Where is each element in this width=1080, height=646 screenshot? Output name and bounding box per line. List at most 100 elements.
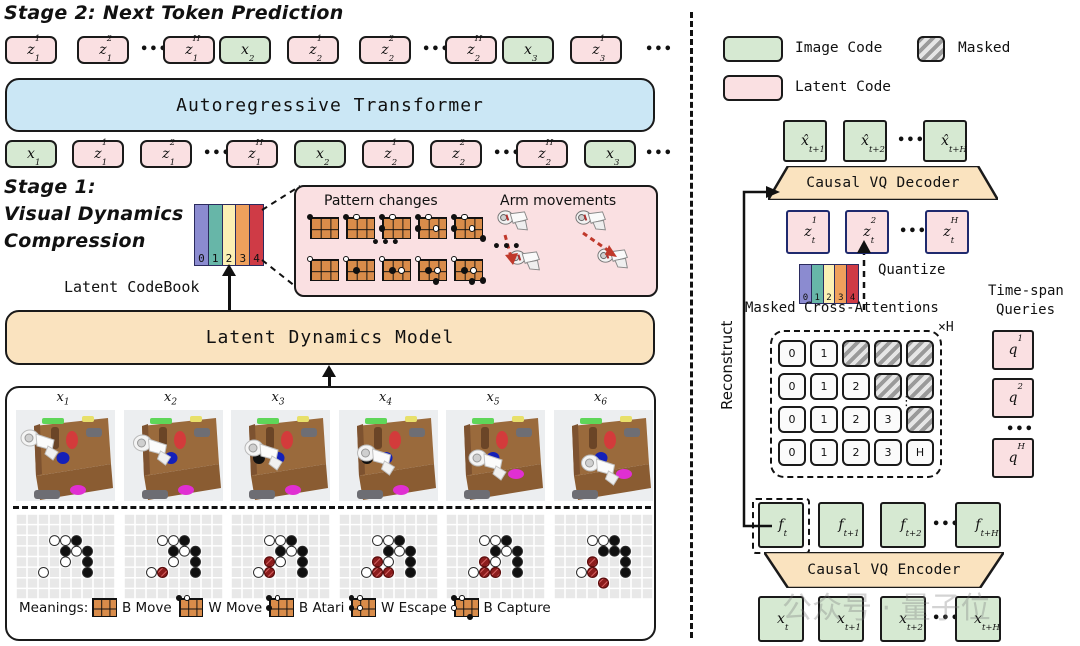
output-token-2: z21 <box>140 139 192 168</box>
go-stone <box>424 213 432 221</box>
codebook-entry-3: 3 <box>236 205 251 265</box>
go-stone <box>468 278 476 285</box>
legend-masked-label: Masked <box>958 40 1011 56</box>
latent-codebook-label: Latent CodeBook <box>64 278 200 296</box>
robot-frame-1 <box>16 410 115 501</box>
dynamics-callout: Pattern changes Arm movements ••• ••• <box>294 185 658 297</box>
go-stone <box>378 224 386 232</box>
attention-cell-1: 1 <box>810 439 838 466</box>
go-stone <box>459 595 466 601</box>
go-board-frame-3 <box>231 514 330 599</box>
reconstruct-label: Reconstruct <box>718 320 736 410</box>
attention-cell-masked <box>874 340 902 367</box>
timespan-queries-line2: Queries <box>996 302 1056 318</box>
legend-latent-code-swatch <box>723 75 783 101</box>
mini-go-board <box>450 595 479 620</box>
timespan-query-1: q1 <box>992 330 1034 370</box>
timespan-query-H: qH <box>992 438 1034 478</box>
go-stone <box>460 213 468 221</box>
meaning-label-5: B Capture <box>483 599 551 616</box>
input-token-9: x3 <box>502 36 554 64</box>
masked-cross-attention-grid: 0101201230123H ⋮ <box>770 330 942 478</box>
mini-go-board <box>266 595 294 617</box>
mini-go-board <box>414 255 448 285</box>
output-token-ellipsis: ••• <box>645 146 673 161</box>
output-token-10: x3 <box>584 140 636 168</box>
mini-go-board <box>378 255 412 282</box>
go-stone <box>352 213 360 221</box>
meaning-label-1: B Move <box>121 599 172 616</box>
legend-image-code-swatch <box>723 36 783 62</box>
go-stone <box>432 224 440 232</box>
input-token-ellipsis: ••• <box>645 42 673 57</box>
transformer-label: Autoregressive Transformer <box>176 94 484 116</box>
feature-token-3: f t+2 <box>880 502 926 548</box>
meanings-legend: Meanings: B Move W Move B Atari W Escape B Ca… <box>19 595 558 620</box>
output-token-9: zH2 <box>516 139 568 168</box>
attention-cell-1: 1 <box>810 340 838 367</box>
mini-go-board <box>450 213 487 242</box>
latent-codebook-swatch: 01234 <box>194 204 264 266</box>
grid-vertical-dots: ⋮ <box>900 394 913 409</box>
quantize-label: Quantize <box>878 262 946 278</box>
go-stone <box>479 276 487 284</box>
observation-frames-panel: x1 x2 x3 x4 x5 x6 Meanings: B Move W Move B Atar… <box>5 386 656 641</box>
robot-frame-6 <box>553 410 653 501</box>
attention-cell-1: 1 <box>810 406 838 433</box>
output-token-0: x1 <box>5 140 57 168</box>
go-stone <box>352 266 360 274</box>
input-token-3: zH1 <box>163 35 215 64</box>
go-stone <box>175 595 182 601</box>
output-token-5: x2 <box>294 140 346 168</box>
attention-cell-2: 2 <box>842 373 870 400</box>
codebook-arrow-head <box>222 264 236 276</box>
mini-go-board <box>414 213 448 240</box>
input-token-4: x2 <box>219 36 271 64</box>
go-board-frame-4 <box>338 514 438 599</box>
go-stone <box>266 595 273 601</box>
autoregressive-transformer-block: Autoregressive Transformer <box>5 78 655 132</box>
mini-go-board <box>175 595 204 617</box>
codebook-entry-2: 2 <box>823 265 836 303</box>
meaning-label-2: W Move <box>208 599 263 616</box>
frame-label-3: x3 <box>271 390 285 408</box>
attention-cell-2: 2 <box>842 439 870 466</box>
mini-go-board <box>306 255 340 282</box>
legend-masked-swatch <box>917 36 945 62</box>
go-stone <box>467 614 473 620</box>
frame-label-5: x5 <box>486 390 500 408</box>
timespan-query-2: q2 <box>992 378 1034 418</box>
go-stone <box>388 266 396 274</box>
feature-token-2: f t+1 <box>818 502 864 548</box>
go-stone <box>356 605 363 611</box>
go-stone <box>450 595 457 601</box>
attention-cell-masked <box>874 373 902 400</box>
meaning-item-5: B Capture <box>450 595 551 620</box>
attention-cell-2: 2 <box>842 406 870 433</box>
panel-divider <box>690 12 693 638</box>
meaning-item-2: W Move <box>175 595 263 617</box>
go-stone <box>348 595 355 601</box>
go-stone <box>388 213 396 221</box>
queries-ellipsis: ••• <box>1006 422 1034 437</box>
legend-latent-code-label: Latent Code <box>795 79 892 95</box>
go-stone <box>450 605 457 611</box>
go-stone <box>434 266 442 274</box>
reconstructed-frame-1: x̂ t+1 <box>783 120 827 162</box>
attention-cell-H: H <box>906 439 934 466</box>
input-token-8: zH2 <box>445 35 497 64</box>
timespan-queries-line1: Time-span <box>988 283 1064 299</box>
reconstructed-frame-2: x̂ t+2 <box>843 120 887 162</box>
frame-label-2: x2 <box>164 390 178 408</box>
frames-to-model-arrow-head <box>322 365 336 377</box>
meaning-label-4: W Escape <box>381 599 447 616</box>
mini-go-board <box>306 213 340 240</box>
feature-token-5: f t+H <box>955 502 1001 548</box>
latent-code-1: z1t <box>786 210 830 254</box>
go-stone <box>432 278 440 285</box>
go-stone <box>479 234 487 242</box>
frames-divider <box>13 506 651 509</box>
go-stone <box>450 224 458 232</box>
legend-image-code-label: Image Code <box>795 40 883 56</box>
input-token-10: z13 <box>570 35 622 64</box>
